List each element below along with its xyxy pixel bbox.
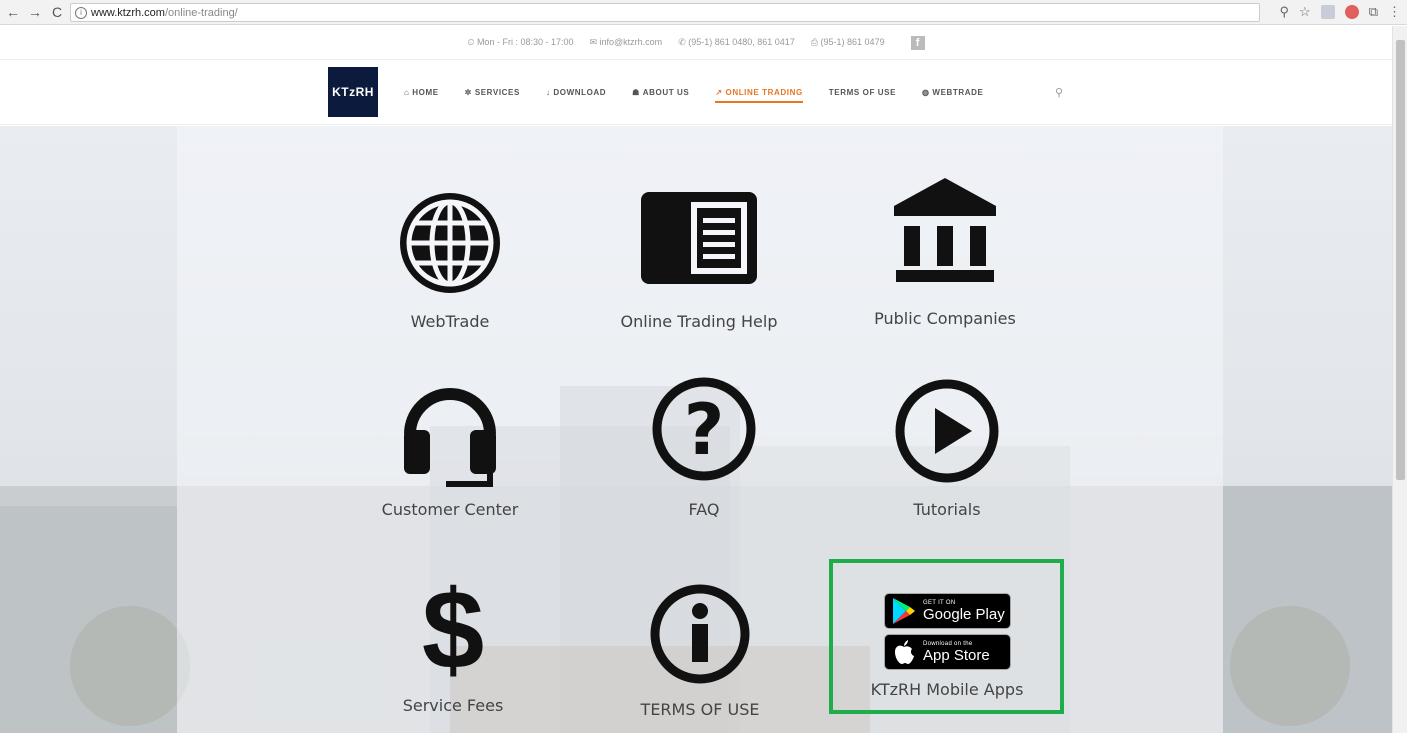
- browser-toolbar: ← → C i www.ktzrh.com/online-trading/ ⚲ …: [0, 0, 1407, 25]
- home-icon: ⌂: [404, 88, 413, 97]
- back-icon[interactable]: ←: [4, 3, 22, 21]
- cast-icon[interactable]: ⧉: [1369, 4, 1378, 20]
- nav-home[interactable]: ⌂ HOME: [404, 60, 439, 125]
- scrollbar-thumb[interactable]: [1396, 40, 1405, 480]
- highlight-box: [829, 559, 1064, 714]
- tile-label: Service Fees: [402, 696, 504, 715]
- tile-terms-of-use[interactable]: TERMS OF USE: [590, 584, 810, 719]
- nav-webtrade[interactable]: ◍ WEBTRADE: [922, 60, 983, 125]
- contact-bar: ⏲ Mon - Fri : 08:30 - 17:00 ✉ info@ktzrh…: [0, 26, 1392, 60]
- tile-service-fees[interactable]: $ Service Fees: [343, 568, 563, 715]
- play-icon: [895, 379, 999, 483]
- tile-label: Public Companies: [874, 309, 1016, 328]
- info-icon: [650, 584, 750, 684]
- gear-icon: ✲: [464, 88, 475, 97]
- question-icon: ?: [652, 377, 756, 481]
- tile-label: Customer Center: [381, 500, 519, 519]
- tile-online-trading-help[interactable]: Online Trading Help: [589, 190, 809, 331]
- page-scrollbar[interactable]: [1392, 26, 1407, 733]
- headset-icon: [404, 388, 496, 487]
- facebook-icon[interactable]: f: [910, 35, 925, 50]
- site-logo[interactable]: KTzRH: [328, 67, 378, 117]
- nav-terms-of-use[interactable]: TERMS OF USE: [829, 60, 896, 125]
- email-link[interactable]: ✉ info@ktzrh.com: [589, 37, 662, 48]
- tile-webtrade[interactable]: WebTrade: [340, 188, 560, 331]
- url-path: /online-trading/: [164, 6, 238, 19]
- phone-text: ✆ (95-1) 861 0480, 861 0417: [678, 37, 795, 47]
- site-header: KTzRH ⌂ HOME ✲ SERVICES ↓ DOWNLOAD ☗ ABO…: [0, 60, 1392, 125]
- fax-text: ⎙ (95-1) 861 0479: [810, 37, 885, 47]
- download-icon: ↓: [545, 88, 554, 97]
- tile-customer-center[interactable]: Customer Center: [340, 372, 560, 519]
- tile-faq[interactable]: ? FAQ: [594, 374, 814, 519]
- reload-icon[interactable]: C: [48, 3, 66, 21]
- hours-text: ⏲ Mon - Fri : 08:30 - 17:00: [467, 37, 574, 47]
- tile-label: FAQ: [688, 500, 720, 519]
- address-bar[interactable]: i www.ktzrh.com/online-trading/: [70, 3, 1260, 22]
- tile-label: Online Trading Help: [620, 312, 778, 331]
- bank-icon: [894, 178, 996, 282]
- svg-text:?: ?: [684, 389, 725, 471]
- bookmark-star-icon[interactable]: ☆: [1299, 4, 1311, 20]
- users-icon: ☗: [632, 88, 643, 97]
- document-panel-icon: [641, 192, 757, 284]
- nav-online-trading[interactable]: ↗ ONLINE TRADING: [715, 60, 804, 125]
- nav-services[interactable]: ✲ SERVICES: [465, 60, 520, 125]
- site-info-icon[interactable]: i: [75, 6, 87, 19]
- tile-label: TERMS OF USE: [640, 700, 760, 719]
- main-nav: ⌂ HOME ✲ SERVICES ↓ DOWNLOAD ☗ ABOUT US …: [404, 60, 983, 125]
- search-icon[interactable]: ⚲: [1055, 86, 1063, 99]
- url-host: www.ktzrh.com: [91, 6, 165, 19]
- globe-icon: [400, 193, 500, 293]
- forward-icon[interactable]: →: [26, 3, 44, 21]
- menu-dots-icon[interactable]: ⋮: [1388, 4, 1401, 20]
- tile-public-companies[interactable]: Public Companies: [835, 176, 1055, 328]
- tile-tutorials[interactable]: Tutorials: [837, 376, 1057, 519]
- zoom-icon[interactable]: ⚲: [1280, 4, 1290, 20]
- nav-download[interactable]: ↓ DOWNLOAD: [546, 60, 606, 125]
- svg-text:$: $: [422, 568, 484, 678]
- browser-actions: ⚲ ☆ ⧉ ⋮: [1280, 4, 1401, 20]
- dollar-icon: $: [422, 568, 484, 678]
- extension-icon[interactable]: [1320, 5, 1335, 19]
- tile-label: WebTrade: [410, 312, 490, 331]
- nav-about-us[interactable]: ☗ ABOUT US: [632, 60, 689, 125]
- chart-icon: ↗: [715, 88, 726, 97]
- globe-icon: ◍: [922, 88, 933, 97]
- tile-label: Tutorials: [913, 500, 981, 519]
- extension-icon[interactable]: [1344, 5, 1359, 19]
